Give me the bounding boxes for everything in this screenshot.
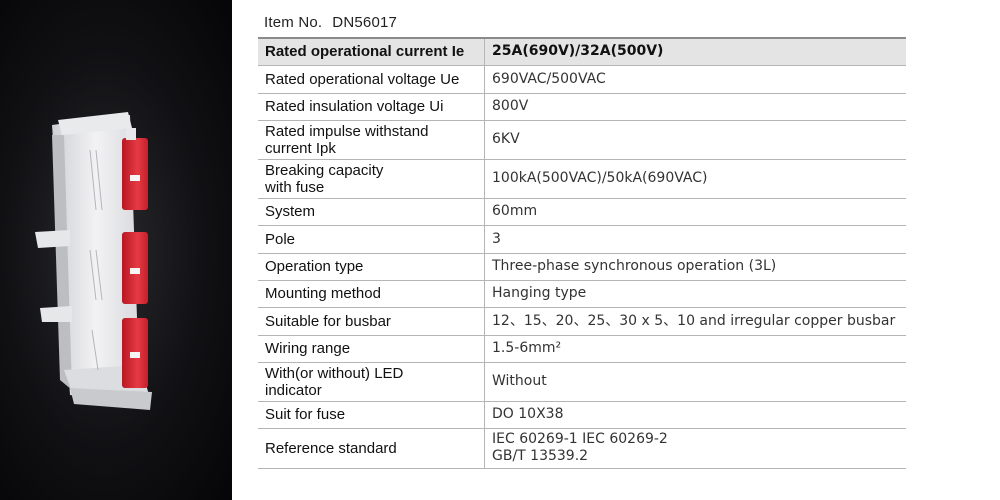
spec-value: Three-phase synchronous operation (3L) <box>484 253 906 281</box>
table-row: Suitable for busbar 12、15、20、25、30 x 5、1… <box>258 307 906 336</box>
item-number-label: Item No. <box>264 14 323 31</box>
spec-key: Pole <box>258 225 485 254</box>
spec-key: Mounting method <box>258 280 485 308</box>
spec-key: Operation type <box>258 253 485 281</box>
spec-value: DO 10X38 <box>484 401 906 429</box>
table-row: Rated impulse withstand current Ipk 6KV <box>258 120 906 160</box>
spec-key: With(or without) LED indicator <box>258 362 485 402</box>
spec-value: Hanging type <box>484 280 906 308</box>
spec-value: IEC 60269-1 IEC 60269-2 GB/T 13539.2 <box>484 428 906 469</box>
table-row: System 60mm <box>258 198 906 226</box>
spec-value: 6KV <box>484 120 906 160</box>
table-row: Operation type Three-phase synchronous o… <box>258 253 906 281</box>
table-row: Rated operational voltage Ue 690VAC/500V… <box>258 65 906 94</box>
spec-key: Breaking capacity with fuse <box>258 159 485 199</box>
spec-key-line: Rated impulse withstand <box>265 122 429 140</box>
table-row: Breaking capacity with fuse 100kA(500VAC)… <box>258 159 906 199</box>
spec-value-line: IEC 60269-1 IEC 60269-2 <box>492 431 668 447</box>
item-number: Item No. DN56017 <box>264 14 397 31</box>
spec-key: Rated impulse withstand current Ipk <box>258 120 485 160</box>
spec-key-line: Breaking capacity <box>265 161 384 179</box>
spec-value: 800V <box>484 93 906 121</box>
table-row: Rated insulation voltage Ui 800V <box>258 93 906 121</box>
spec-key: Suitable for busbar <box>258 307 485 336</box>
spec-value: 60mm <box>484 198 906 226</box>
spec-key-line: current Ipk <box>265 139 336 157</box>
fuse-switch-disconnector-image <box>35 112 152 410</box>
spec-value: Without <box>484 362 906 402</box>
spec-value: 12、15、20、25、30 x 5、10 and irregular copp… <box>484 307 906 336</box>
table-row: Pole 3 <box>258 225 906 254</box>
spec-value: 690VAC/500VAC <box>484 65 906 94</box>
spec-key-line: indicator <box>265 381 322 399</box>
table-row: With(or without) LED indicator Without <box>258 362 906 402</box>
spec-value-line: GB/T 13539.2 <box>492 448 589 464</box>
spec-value: 1.5-6mm² <box>484 335 906 363</box>
spec-value: 100kA(500VAC)/50kA(690VAC) <box>484 159 906 199</box>
spec-key: Wiring range <box>258 335 485 363</box>
spec-key: Rated operational voltage Ue <box>258 65 485 94</box>
spec-key-line: With(or without) LED <box>265 364 404 382</box>
item-number-value: DN56017 <box>332 14 398 31</box>
table-row: Suit for fuse DO 10X38 <box>258 401 906 429</box>
spec-key: Rated insulation voltage Ui <box>258 93 485 121</box>
spec-key: Suit for fuse <box>258 401 485 429</box>
product-photo <box>0 0 232 500</box>
spec-table: Rated operational current Ie 25A(690V)/3… <box>258 37 906 469</box>
spec-value: 25A(690V)/32A(500V) <box>484 37 906 66</box>
spec-value: 3 <box>484 225 906 254</box>
table-row: Wiring range 1.5-6mm² <box>258 335 906 363</box>
table-row: Rated operational current Ie 25A(690V)/3… <box>258 37 906 66</box>
spec-key: System <box>258 198 485 226</box>
spec-key-line: with fuse <box>265 178 325 196</box>
table-row: Reference standard IEC 60269-1 IEC 60269… <box>258 428 906 469</box>
spec-key: Rated operational current Ie <box>258 37 485 66</box>
spec-key: Reference standard <box>258 428 485 469</box>
table-row: Mounting method Hanging type <box>258 280 906 308</box>
